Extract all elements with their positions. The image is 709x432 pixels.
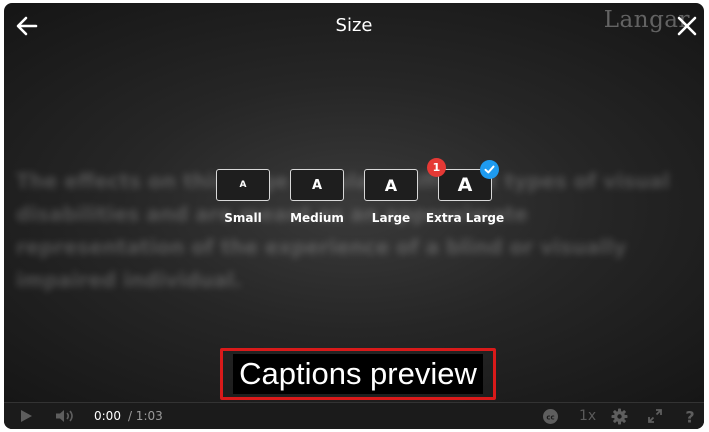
play-button[interactable] (18, 403, 34, 429)
size-option-large[interactable]: A Large (354, 169, 428, 225)
time-display: 0:00 / 1:03 (94, 403, 163, 429)
closed-captions-icon: cc (543, 408, 558, 424)
size-option-extra-large[interactable]: A 1 Extra Large (425, 158, 505, 225)
fullscreen-icon (648, 409, 662, 423)
size-option-small[interactable]: A Small (206, 169, 280, 225)
selected-check-icon (480, 160, 499, 179)
volume-icon (56, 410, 73, 422)
size-glyph: A (311, 177, 323, 193)
size-label-small: Small (224, 211, 262, 225)
playback-speed-button[interactable]: 1x (579, 403, 596, 429)
captions-button[interactable]: cc (542, 403, 559, 429)
svg-text:cc: cc (546, 413, 554, 421)
help-icon: ? (685, 408, 694, 425)
size-glyph: A (239, 180, 247, 190)
help-button[interactable]: ? (684, 403, 696, 429)
caption-preview-text: Captions preview (233, 354, 483, 394)
caption-preview-highlight: Captions preview (220, 348, 496, 400)
size-option-medium[interactable]: A Medium (280, 169, 354, 225)
duration: / 1:03 (127, 409, 163, 423)
size-glyph: A (384, 175, 398, 195)
size-preview-box: A (364, 169, 418, 201)
close-button[interactable] (674, 13, 700, 39)
size-glyph: A (457, 174, 473, 196)
settings-button[interactable] (611, 403, 628, 429)
close-icon (677, 16, 697, 36)
fullscreen-button[interactable] (647, 403, 663, 429)
size-preview-box: A 1 (427, 158, 499, 201)
svg-text:?: ? (685, 408, 694, 425)
settings-gear-icon (611, 408, 628, 424)
panel-title: Size (335, 15, 373, 36)
size-preview-box: A (216, 169, 270, 201)
size-label-extra-large: Extra Large (425, 211, 505, 225)
size-label-large: Large (371, 211, 411, 225)
current-time: 0:00 (94, 409, 121, 423)
play-icon (21, 410, 32, 422)
size-label-medium: Medium (290, 211, 344, 225)
volume-button[interactable] (54, 403, 76, 429)
notification-badge: 1 (427, 158, 446, 177)
video-player: The effects on this page simulate differ… (4, 3, 704, 429)
size-preview-box: A (290, 169, 344, 201)
caption-size-options: A Small A Medium A Large A 1 Extra Large (4, 158, 704, 225)
player-control-bar: 0:00 / 1:03 cc 1x ? (4, 402, 704, 429)
